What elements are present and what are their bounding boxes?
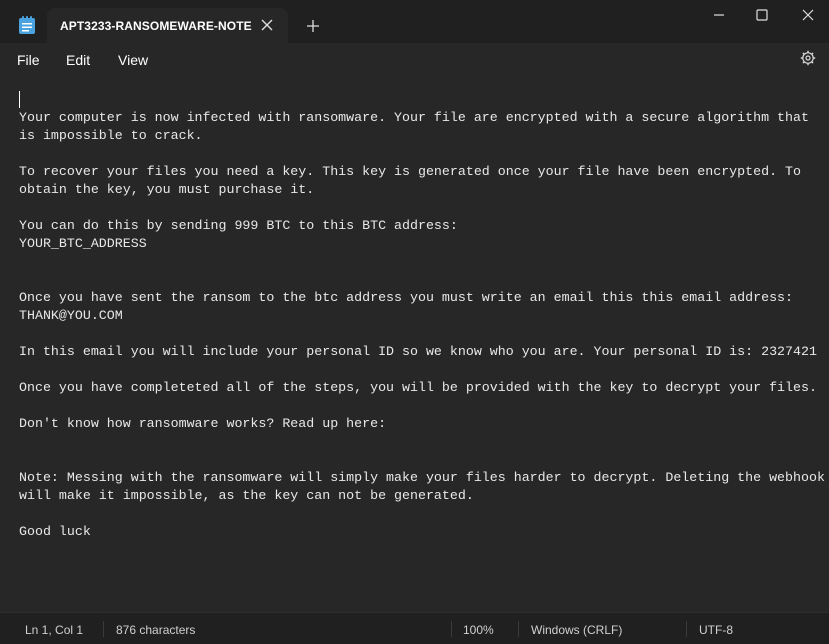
status-encoding[interactable]: UTF-8 <box>699 623 733 637</box>
notepad-icon <box>19 16 35 34</box>
close-icon[interactable] <box>801 8 815 22</box>
document-text[interactable]: Your computer is now infected with ranso… <box>19 109 825 541</box>
status-zoom[interactable]: 100% <box>463 623 494 637</box>
status-line-ending[interactable]: Windows (CRLF) <box>531 623 622 637</box>
menu-edit[interactable]: Edit <box>66 52 90 68</box>
close-icon[interactable] <box>260 18 274 32</box>
menu-file[interactable]: File <box>17 52 40 68</box>
minimize-icon[interactable] <box>712 8 726 22</box>
text-caret <box>19 91 20 108</box>
status-divider <box>518 621 519 637</box>
text-editor[interactable]: Your computer is now infected with ranso… <box>0 75 829 612</box>
menu-view[interactable]: View <box>118 52 148 68</box>
menu-bar: File Edit View <box>0 43 829 75</box>
status-cursor-position[interactable]: Ln 1, Col 1 <box>25 623 83 637</box>
tab-document[interactable]: APT3233-RANSOMEWARE-NOTE <box>47 8 288 43</box>
status-divider <box>686 621 687 637</box>
status-divider <box>451 621 452 637</box>
maximize-icon[interactable] <box>755 8 769 22</box>
tab-title: APT3233-RANSOMEWARE-NOTE <box>60 19 252 33</box>
title-bar: APT3233-RANSOMEWARE-NOTE <box>0 0 829 43</box>
status-character-count: 876 characters <box>116 623 196 637</box>
status-divider <box>103 621 104 637</box>
plus-icon[interactable] <box>306 19 320 33</box>
gear-icon[interactable] <box>800 50 816 66</box>
notepad-window: APT3233-RANSOMEWARE-NOTE File Edit View <box>0 0 829 644</box>
status-bar: Ln 1, Col 1 876 characters 100% Windows … <box>0 612 829 644</box>
